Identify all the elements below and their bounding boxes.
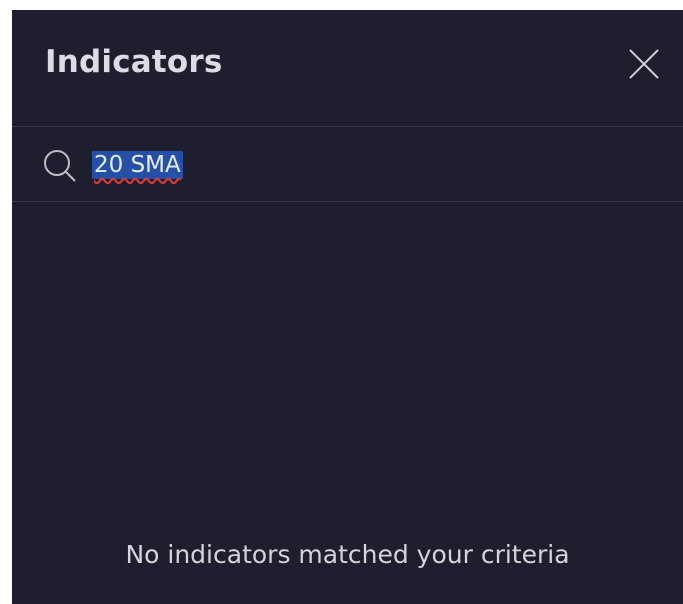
dialog-header: Indicators bbox=[12, 10, 683, 127]
search-input[interactable]: 20 SMA bbox=[92, 147, 652, 183]
search-icon bbox=[43, 149, 77, 183]
close-button[interactable] bbox=[627, 47, 661, 81]
close-icon bbox=[629, 49, 659, 79]
no-results-message: No indicators matched your criteria bbox=[125, 540, 570, 569]
search-input-value: 20 SMA bbox=[92, 151, 183, 179]
search-bar: 20 SMA bbox=[12, 127, 683, 202]
dialog-title: Indicators bbox=[45, 44, 223, 80]
indicators-dialog: Indicators 20 SMA No indicators matched … bbox=[12, 10, 683, 604]
